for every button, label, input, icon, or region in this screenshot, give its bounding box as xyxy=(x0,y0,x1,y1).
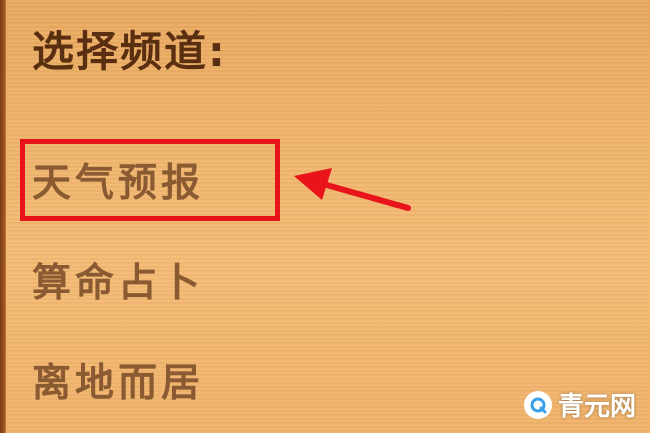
q-logo-icon xyxy=(523,390,552,419)
watermark-text: 青元网 xyxy=(557,392,636,422)
channel-select-panel: 选择频道: 天气预报 算命占卜 离地而居 xyxy=(0,0,650,433)
watermark: 青元网 xyxy=(523,386,636,423)
channel-item-fortune-telling[interactable]: 算命占卜 xyxy=(32,260,204,308)
arrow-left-icon xyxy=(294,168,411,211)
channel-item-living-off-ground[interactable]: 离地而居 xyxy=(32,360,204,408)
highlight-annotation-box xyxy=(20,139,280,221)
channel-select-heading: 选择频道: xyxy=(32,27,227,76)
